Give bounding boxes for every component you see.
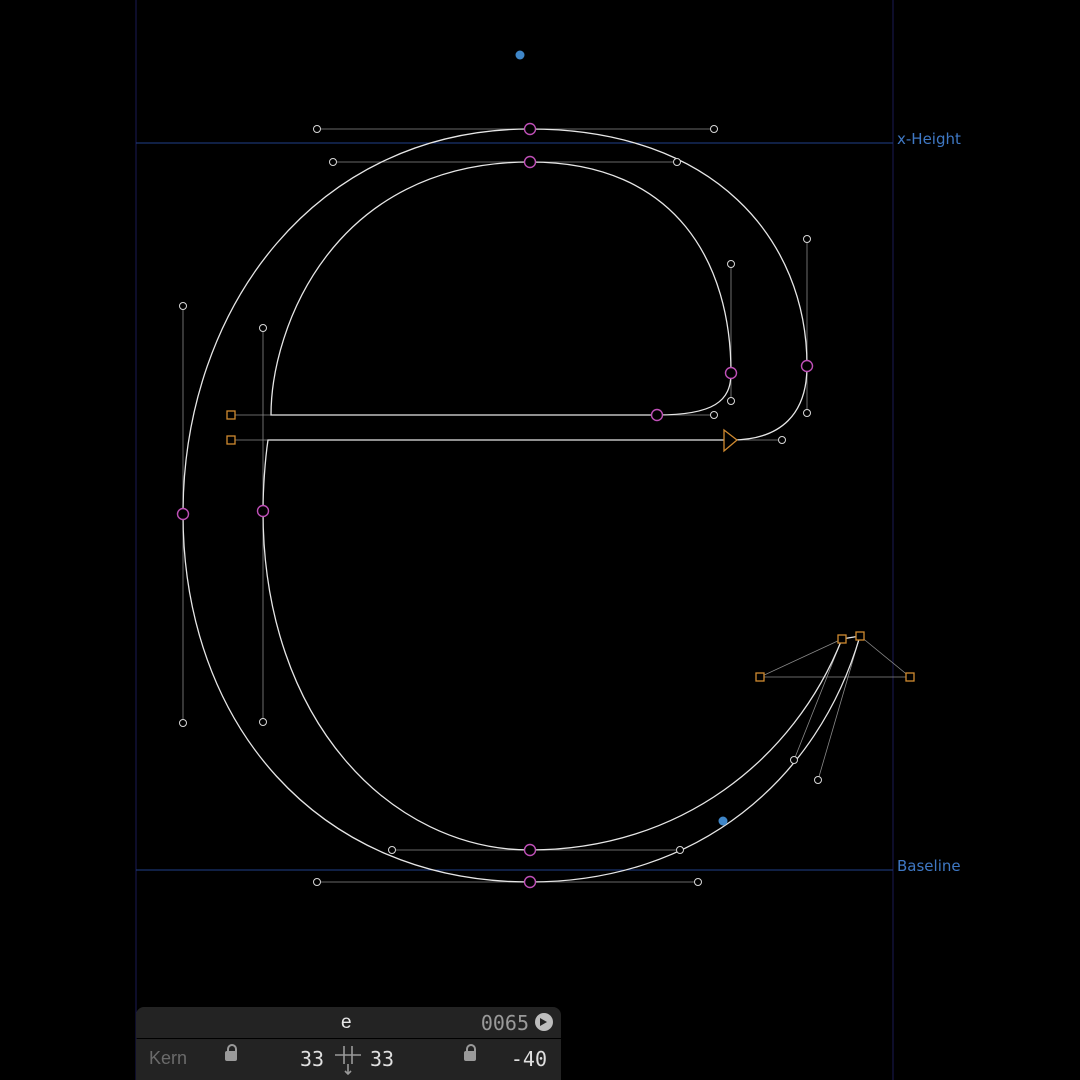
node-top-outer [523,122,537,136]
corner-node-terminal-b [855,631,865,641]
glyph-outline[interactable] [182,128,861,883]
baseline-label: Baseline [897,857,961,875]
unicode-value: 0065 [480,1011,529,1035]
right-sidebearing-value[interactable]: 33 [370,1047,394,1071]
node-left-outer [176,507,190,521]
corner-node-terminal-a [837,634,847,644]
metrics-bar: Kern 33 33 -40 [136,1039,561,1080]
left-sidebearing-value[interactable]: 33 [300,1047,324,1071]
node-top-inner [523,155,537,169]
corner-node-terminal-c [755,672,765,682]
node-bottom-inner [523,843,537,857]
lock-icon[interactable] [225,1044,237,1061]
lock-icon[interactable] [464,1044,476,1061]
handle-lines [182,128,911,883]
corner-node-bar-bottom [226,435,236,445]
kern-label: Kern [149,1048,188,1068]
corner-nodes[interactable] [226,410,915,682]
corner-node-terminal-d [905,672,915,682]
start-node-triangle [723,428,739,453]
node-right-inner [724,366,738,380]
node-left-inner [256,504,270,518]
node-bar-end [650,408,664,422]
go-to-glyph-button[interactable] [535,1013,553,1031]
glyph-name: e [341,1012,352,1033]
node-bottom-outer [523,875,537,889]
off-curve-handles[interactable] [179,125,822,886]
anchor-top[interactable] [515,50,525,60]
anchor-bottom[interactable] [718,816,728,826]
corner-node-bar-top [226,410,236,420]
sidebearing-adjust-icon[interactable] [333,1042,363,1076]
glyph-editor-canvas[interactable] [0,0,1080,1080]
x-height-label: x-Height [897,130,961,148]
kern-value[interactable]: -40 [511,1047,547,1071]
node-right-outer [800,359,814,373]
glyph-info-bar: e 0065 [136,1007,561,1038]
